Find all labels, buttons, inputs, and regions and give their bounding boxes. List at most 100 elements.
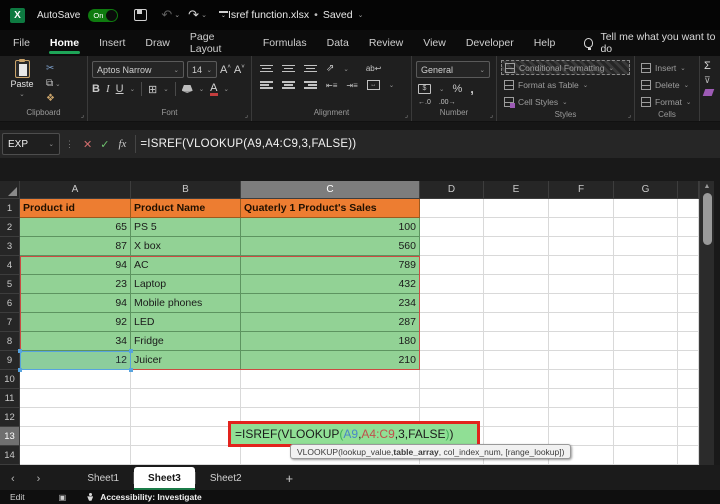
insert-cells-button[interactable]: Insert ⌄ — [639, 60, 695, 75]
save-button[interactable] — [134, 9, 148, 21]
cell[interactable] — [549, 313, 614, 332]
tab-formulas[interactable]: Formulas — [254, 32, 316, 55]
borders-button[interactable]: ⊞ — [148, 83, 157, 96]
cell[interactable] — [420, 332, 484, 351]
cell[interactable] — [678, 256, 699, 275]
cell[interactable] — [131, 446, 241, 465]
row-header-10[interactable]: 10 — [0, 370, 20, 389]
cell[interactable] — [549, 275, 614, 294]
cell[interactable]: 180 — [241, 332, 420, 351]
format-as-table-button[interactable]: Format as Table ⌄ — [501, 77, 630, 92]
cell[interactable]: 65 — [20, 218, 131, 237]
cell[interactable] — [484, 389, 549, 408]
vertical-scrollbar[interactable]: ▲ — [699, 181, 714, 465]
cell[interactable] — [549, 199, 614, 218]
cell[interactable] — [484, 256, 549, 275]
tab-developer[interactable]: Developer — [457, 32, 523, 55]
cell[interactable] — [131, 408, 241, 427]
row-header-1[interactable]: 1 — [0, 199, 20, 218]
increase-decimal-button[interactable]: ←.0 — [418, 99, 431, 106]
conditional-formatting-button[interactable]: Conditional Formatting ⌄ — [501, 60, 630, 75]
cell[interactable] — [614, 408, 678, 427]
cell[interactable] — [549, 218, 614, 237]
tab-help[interactable]: Help — [525, 32, 565, 55]
cell[interactable] — [614, 370, 678, 389]
cell[interactable]: 12 — [20, 351, 131, 370]
accessibility-status[interactable]: Accessibility: Investigate — [100, 492, 202, 502]
sheet-tab-sheet1[interactable]: Sheet1 — [73, 467, 133, 490]
formula-input[interactable]: =ISREF(VLOOKUP(A9,A4:C9,3,FALSE)) — [140, 138, 356, 150]
tab-view[interactable]: View — [414, 32, 455, 55]
decrease-decimal-button[interactable]: .00→ — [439, 99, 456, 106]
tab-review[interactable]: Review — [360, 32, 412, 55]
align-left-button[interactable] — [260, 81, 273, 89]
cell[interactable] — [678, 237, 699, 256]
row-header-6[interactable]: 6 — [0, 294, 20, 313]
row-header-9[interactable]: 9 — [0, 351, 20, 370]
cell[interactable] — [20, 389, 131, 408]
wrap-text-button[interactable]: ab↩ — [366, 64, 382, 73]
cell[interactable] — [614, 275, 678, 294]
cell[interactable] — [549, 408, 614, 427]
cell[interactable]: Quaterly 1 Product's Sales — [241, 199, 420, 218]
confirm-entry-button[interactable]: ✓ — [100, 138, 109, 151]
copy-button[interactable]: ⧉ ⌄ — [46, 77, 61, 90]
tell-me-search[interactable]: Tell me what you want to do — [584, 31, 716, 55]
cell[interactable] — [420, 389, 484, 408]
paste-button[interactable]: Paste ⌄ — [4, 58, 40, 107]
cell[interactable] — [484, 199, 549, 218]
cell[interactable] — [614, 256, 678, 275]
align-right-button[interactable] — [304, 81, 317, 89]
cell[interactable] — [614, 351, 678, 370]
cell[interactable]: AC — [131, 256, 241, 275]
cell[interactable]: Product Name — [131, 199, 241, 218]
cell[interactable]: 23 — [20, 275, 131, 294]
tab-data[interactable]: Data — [318, 32, 358, 55]
row-header-4[interactable]: 4 — [0, 256, 20, 275]
column-header-f[interactable]: F — [549, 181, 614, 199]
cell[interactable]: 87 — [20, 237, 131, 256]
cell[interactable] — [241, 370, 420, 389]
cell[interactable] — [678, 370, 699, 389]
cell[interactable]: 92 — [20, 313, 131, 332]
column-header-partial[interactable] — [678, 181, 699, 199]
autosave-toggle[interactable]: On — [88, 8, 119, 22]
increase-font-button[interactable]: A˄ — [220, 64, 231, 76]
cell[interactable]: Laptop — [131, 275, 241, 294]
tab-draw[interactable]: Draw — [136, 32, 179, 55]
cell[interactable] — [678, 294, 699, 313]
column-header-a[interactable]: A — [20, 181, 131, 199]
sheet-tab-sheet2[interactable]: Sheet2 — [196, 467, 256, 490]
decrease-font-button[interactable]: A˅ — [234, 64, 245, 76]
cell[interactable] — [484, 370, 549, 389]
add-sheet-button[interactable]: + — [272, 471, 308, 490]
cancel-entry-button[interactable]: ✕ — [83, 138, 92, 151]
cell[interactable] — [549, 370, 614, 389]
cell[interactable] — [549, 294, 614, 313]
cell[interactable] — [549, 237, 614, 256]
name-box[interactable]: EXP ⌄ — [2, 133, 60, 155]
format-cells-button[interactable]: Format ⌄ — [639, 94, 695, 109]
row-header-12[interactable]: 12 — [0, 408, 20, 427]
orientation-button[interactable]: ⇗ — [326, 63, 334, 74]
cell[interactable] — [678, 351, 699, 370]
fill-color-icon[interactable] — [181, 85, 193, 93]
cell[interactable]: 210 — [241, 351, 420, 370]
font-color-button[interactable]: A — [210, 82, 218, 96]
italic-button[interactable]: I — [106, 83, 110, 95]
column-header-b[interactable]: B — [131, 181, 241, 199]
increase-indent-button[interactable]: ⇥≡ — [346, 81, 357, 90]
dialog-launcher-icon[interactable]: ⌟ — [81, 111, 84, 119]
cell[interactable] — [20, 446, 131, 465]
row-header-14[interactable]: 14 — [0, 446, 20, 465]
clear-icon[interactable] — [702, 89, 715, 96]
cell[interactable]: 94 — [20, 294, 131, 313]
insert-function-button[interactable]: fx — [118, 138, 126, 150]
row-header-3[interactable]: 3 — [0, 237, 20, 256]
cell[interactable]: LED — [131, 313, 241, 332]
cell[interactable] — [131, 370, 241, 389]
cell[interactable] — [420, 237, 484, 256]
cell[interactable]: Product id — [20, 199, 131, 218]
cell[interactable]: 34 — [20, 332, 131, 351]
tab-insert[interactable]: Insert — [90, 32, 134, 55]
